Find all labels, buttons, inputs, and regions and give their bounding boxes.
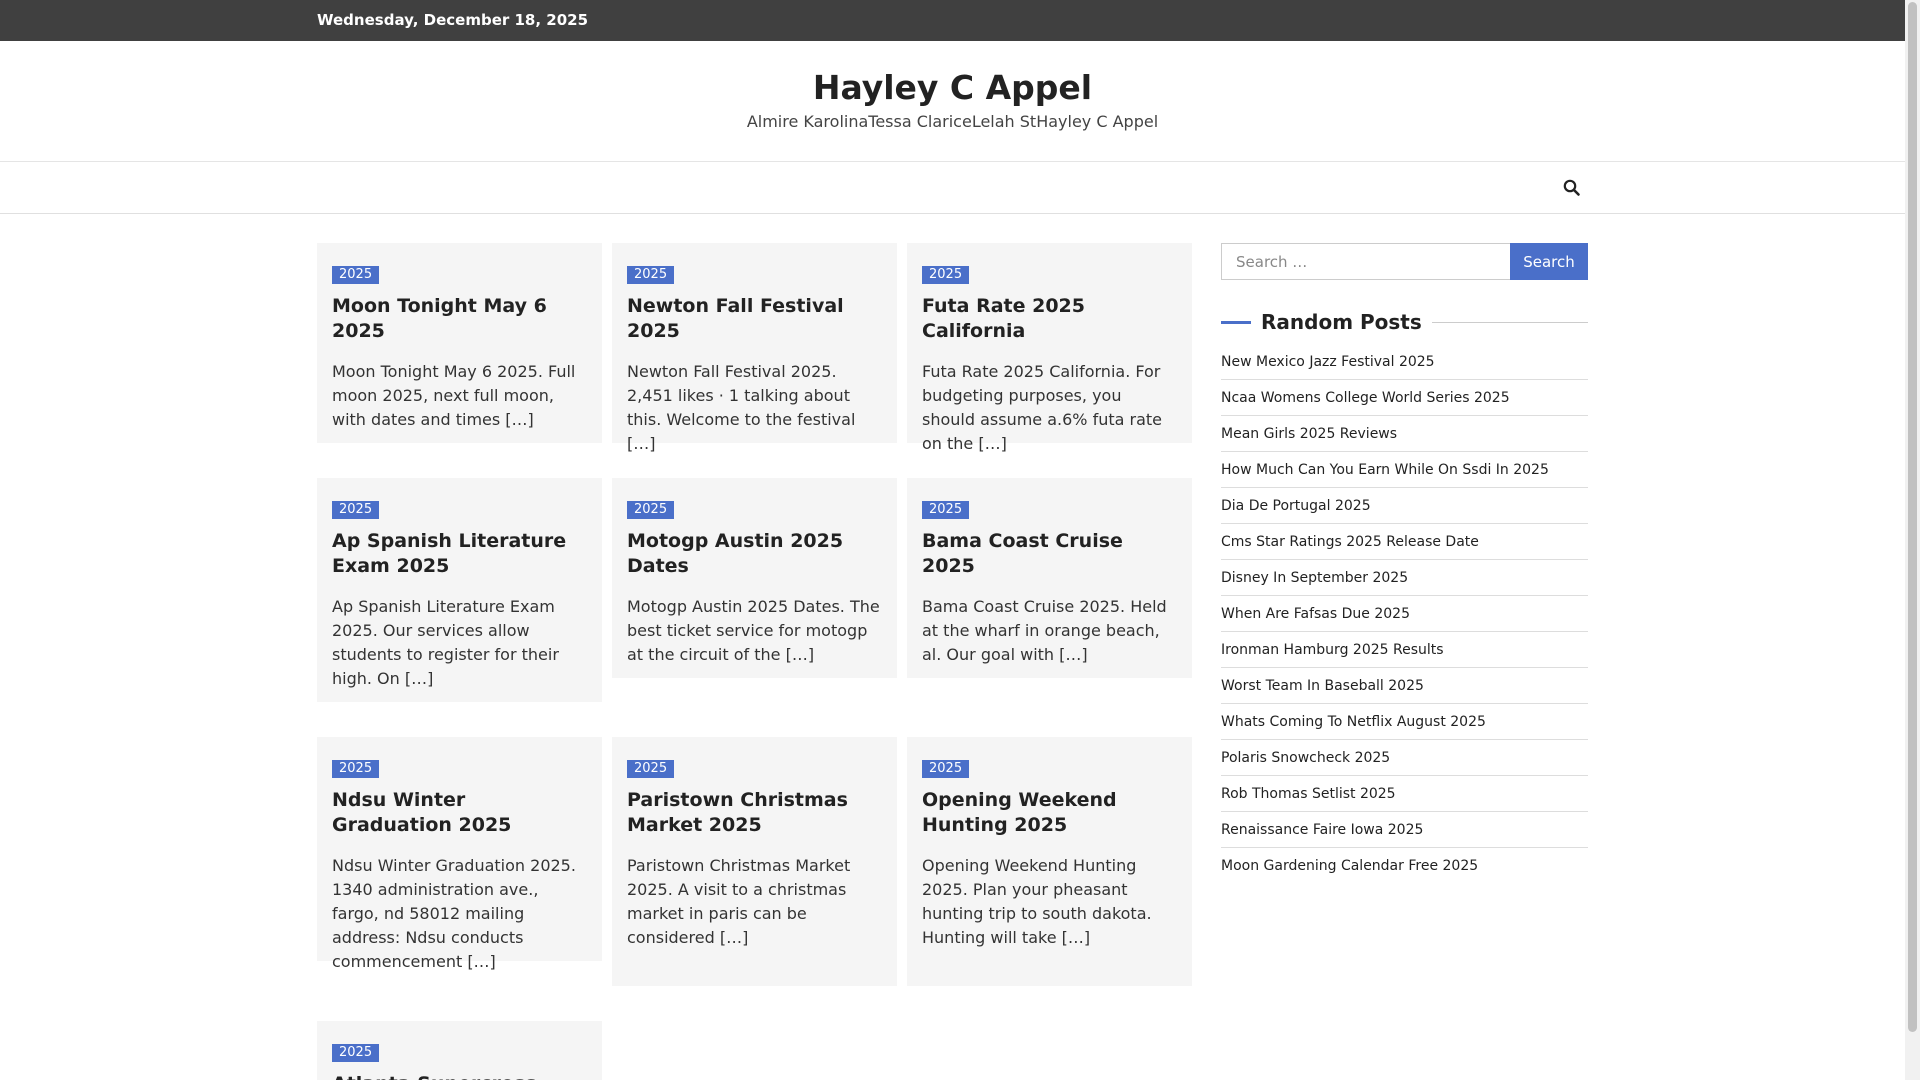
post-card: 2025 Opening Weekend Hunting 2025 Openin… [907,737,1192,986]
category-badge[interactable]: 2025 [922,501,970,519]
post-card: 2025 Ap Spanish Literature Exam 2025 Ap … [317,478,602,702]
post-excerpt: Bama Coast Cruise 2025. Held at the whar… [922,597,1167,664]
category-badge[interactable]: 2025 [332,266,380,284]
sidebar: Search … Search Random Posts New Mexico … [1221,243,1588,883]
random-post-link[interactable]: Ncaa Womens College World Series 2025 [1221,380,1588,416]
page: Wednesday, December 18, 2025 Hayley C Ap… [0,0,1905,1080]
random-post-link[interactable]: Polaris Snowcheck 2025 [1221,740,1588,776]
post-title[interactable]: Ndsu Winter Graduation 2025 [332,788,587,838]
category-badge[interactable]: 2025 [332,1044,380,1062]
random-post-link[interactable]: Rob Thomas Setlist 2025 [1221,776,1588,812]
category-badge[interactable]: 2025 [922,760,970,778]
post-excerpt: Opening Weekend Hunting 2025. Plan your … [922,856,1152,947]
category-badge[interactable]: 2025 [627,760,675,778]
post-title[interactable]: Atlanta Supercross Results [332,1072,587,1080]
post-card: 2025 Bama Coast Cruise 2025 Bama Coast C… [907,478,1192,678]
post-title[interactable]: Motogp Austin 2025 Dates [627,529,882,579]
post-title[interactable]: Newton Fall Festival 2025 [627,294,882,344]
widget-title-text: Random Posts [1261,310,1422,334]
post-excerpt: Newton Fall Festival 2025. 2,451 likes ·… [627,362,856,453]
random-post-link[interactable]: How Much Can You Earn While On Ssdi In 2… [1221,452,1588,488]
random-post-link[interactable]: Worst Team In Baseball 2025 [1221,668,1588,704]
post-title[interactable]: Futa Rate 2025 California [922,294,1177,344]
random-post-link[interactable]: Disney In September 2025 [1221,560,1588,596]
random-post-link[interactable]: Whats Coming To Netflix August 2025 [1221,704,1588,740]
random-post-link[interactable]: New Mexico Jazz Festival 2025 [1221,344,1588,380]
post-card: 2025 Motogp Austin 2025 Dates Motogp Aus… [612,478,897,678]
vertical-scrollbar[interactable] [1905,0,1920,1080]
random-post-link[interactable]: Cms Star Ratings 2025 Release Date [1221,524,1588,560]
scrollbar-thumb[interactable] [1908,2,1917,1032]
title-divider-line [1431,321,1588,323]
post-title[interactable]: Ap Spanish Literature Exam 2025 [332,529,587,579]
post-excerpt: Ap Spanish Literature Exam 2025. Our ser… [332,597,559,688]
search-icon[interactable] [1562,178,1582,198]
post-card: 2025 Paristown Christmas Market 2025 Par… [612,737,897,986]
random-post-link[interactable]: Ironman Hamburg 2025 Results [1221,632,1588,668]
post-title[interactable]: Opening Weekend Hunting 2025 [922,788,1177,838]
random-posts-list: New Mexico Jazz Festival 2025 Ncaa Women… [1221,344,1588,883]
post-excerpt: Ndsu Winter Graduation 2025. 1340 admini… [332,856,576,971]
search-form: Search … Search [1221,243,1588,280]
random-post-link[interactable]: When Are Fafsas Due 2025 [1221,596,1588,632]
post-title[interactable]: Moon Tonight May 6 2025 [332,294,587,344]
random-post-link[interactable]: Moon Gardening Calendar Free 2025 [1221,848,1588,883]
random-post-link[interactable]: Mean Girls 2025 Reviews [1221,416,1588,452]
random-post-link[interactable]: Renaissance Faire Iowa 2025 [1221,812,1588,848]
post-title[interactable]: Paristown Christmas Market 2025 [627,788,882,838]
post-card: 2025 Futa Rate 2025 California Futa Rate… [907,243,1192,453]
title-accent-line [1221,320,1251,324]
random-post-link[interactable]: Dia De Portugal 2025 [1221,488,1588,524]
category-badge[interactable]: 2025 [922,266,970,284]
site-description: Almire KarolinaTessa ClariceLelah StHayl… [746,112,1159,131]
category-badge[interactable]: 2025 [627,266,675,284]
category-badge[interactable]: 2025 [332,760,380,778]
top-bar: Wednesday, December 18, 2025 [0,0,1905,41]
post-card: 2025 Atlanta Supercross Results [317,1021,602,1080]
post-card: 2025 Ndsu Winter Graduation 2025 Ndsu Wi… [317,737,602,971]
post-card: 2025 Moon Tonight May 6 2025 Moon Tonigh… [317,243,602,443]
post-excerpt: Motogp Austin 2025 Dates. The best ticke… [627,597,880,664]
main-navigation [0,162,1905,214]
search-input[interactable]: Search … [1221,243,1510,280]
site-header: Hayley C Appel Almire KarolinaTessa Clar… [0,41,1905,162]
category-badge[interactable]: 2025 [627,501,675,519]
search-button[interactable]: Search [1510,243,1588,280]
post-excerpt: Moon Tonight May 6 2025. Full moon 2025,… [332,362,576,429]
current-date: Wednesday, December 18, 2025 [317,11,589,29]
category-badge[interactable]: 2025 [332,501,380,519]
post-excerpt: Futa Rate 2025 California. For budgeting… [922,362,1163,453]
widget-title: Random Posts [1221,310,1588,334]
post-title[interactable]: Bama Coast Cruise 2025 [922,529,1177,579]
post-excerpt: Paristown Christmas Market 2025. A visit… [627,856,851,947]
post-card: 2025 Newton Fall Festival 2025 Newton Fa… [612,243,897,453]
site-title[interactable]: Hayley C Appel [0,68,1905,107]
